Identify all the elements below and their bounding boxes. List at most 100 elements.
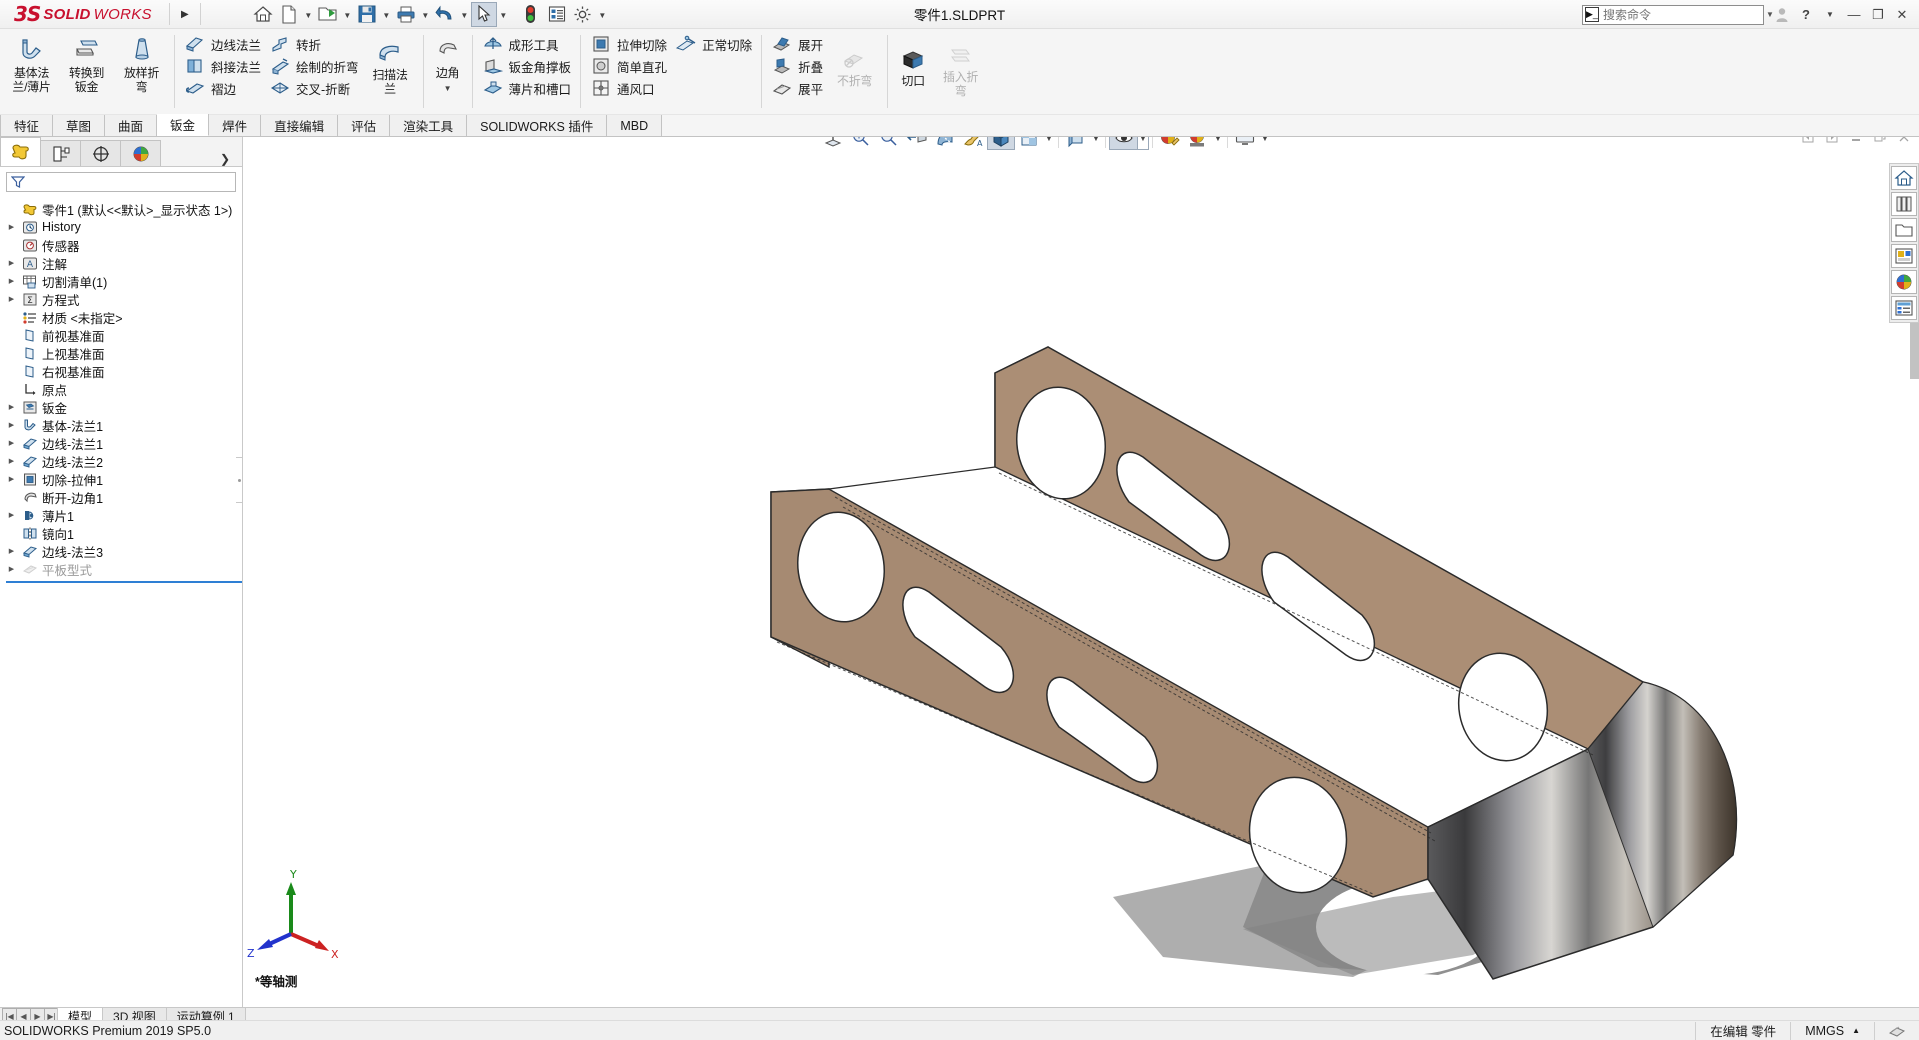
- simple-hole-button[interactable]: 简单直孔: [586, 55, 671, 77]
- previous-view-icon[interactable]: [903, 137, 931, 150]
- options-list-icon[interactable]: [544, 2, 570, 27]
- custom-properties-icon[interactable]: [1891, 296, 1917, 320]
- tree-item-edge-flange2[interactable]: ▶ 边线-法兰2: [6, 452, 242, 470]
- extruded-cut-button[interactable]: 拉伸切除: [586, 33, 671, 55]
- design-library-icon[interactable]: [1891, 192, 1917, 216]
- tree-item-origin[interactable]: 原点: [6, 380, 242, 398]
- tab-direct-editing[interactable]: 直接编辑: [261, 115, 339, 136]
- hide-show-eye-icon[interactable]: [1109, 137, 1137, 150]
- minimize-button[interactable]: —: [1843, 3, 1865, 27]
- convert-sheetmetal-button[interactable]: 转换到 钣金: [59, 29, 114, 114]
- normal-cut-button[interactable]: 正常切除: [671, 33, 756, 55]
- display-manager-tab[interactable]: [120, 140, 161, 166]
- apply-scene-dropdown[interactable]: ▼: [1212, 137, 1224, 150]
- jog-button[interactable]: 转折: [265, 33, 363, 55]
- unfold-button[interactable]: 展开: [767, 33, 827, 55]
- tab-evaluate[interactable]: 评估: [338, 115, 391, 136]
- tree-item-break-corner1[interactable]: 断开-边角1: [6, 488, 242, 506]
- apply-scene-icon[interactable]: [1184, 137, 1212, 150]
- swept-flange-button[interactable]: 扫描法 兰: [363, 31, 418, 114]
- sketched-bend-button[interactable]: 绘制的折弯: [265, 55, 363, 77]
- select-dropdown[interactable]: ▼: [497, 2, 510, 26]
- isometric-cube-icon[interactable]: [987, 137, 1015, 150]
- tree-expander[interactable]: ▶: [6, 547, 17, 555]
- tree-item-edge-flange3[interactable]: ▶ 边线-法兰3: [6, 542, 242, 560]
- tree-item-annotations[interactable]: ▶ A 注解: [6, 254, 242, 272]
- save-dropdown[interactable]: ▼: [380, 2, 393, 26]
- help-icon[interactable]: ?: [1795, 3, 1817, 27]
- section-view-icon[interactable]: [819, 137, 847, 150]
- tree-expander[interactable]: ▶: [6, 457, 17, 465]
- close-button[interactable]: ✕: [1891, 3, 1913, 27]
- tree-item-right-plane[interactable]: 右视基准面: [6, 362, 242, 380]
- tab-features[interactable]: 特征: [0, 115, 54, 136]
- tree-expander[interactable]: ▶: [6, 421, 17, 429]
- rip-button[interactable]: 切口: [893, 37, 933, 114]
- zoom-to-fit-icon[interactable]: [847, 137, 875, 150]
- tree-item-edge-flange1[interactable]: ▶ 边线-法兰1: [6, 434, 242, 452]
- view-palette-icon[interactable]: [1891, 244, 1917, 268]
- feature-manager-tab[interactable]: [0, 137, 41, 166]
- edge-flange-button[interactable]: 边线法兰: [180, 33, 265, 55]
- filter-input[interactable]: [25, 175, 235, 189]
- undo-icon[interactable]: [432, 2, 458, 27]
- tree-item-base-flange1[interactable]: ▶ 基体-法兰1: [6, 416, 242, 434]
- section-cut-icon[interactable]: [931, 137, 959, 150]
- tree-expander[interactable]: ▶: [6, 475, 17, 483]
- tab-solidworks-addins[interactable]: SOLIDWORKS 插件: [467, 115, 608, 136]
- tree-item-history[interactable]: ▶ History: [6, 218, 242, 236]
- property-manager-tab[interactable]: [40, 140, 81, 166]
- hem-button[interactable]: 褶边: [180, 77, 265, 99]
- configuration-manager-tab[interactable]: [80, 140, 121, 166]
- user-icon[interactable]: [1771, 3, 1793, 27]
- new-document-icon[interactable]: [276, 2, 302, 27]
- appearances-scenes-icon[interactable]: [1891, 270, 1917, 294]
- select-cursor-icon[interactable]: [470, 1, 497, 27]
- panel-resize-handle[interactable]: [236, 457, 243, 503]
- expand-panel-arrow[interactable]: ❯: [220, 152, 242, 166]
- minimize-doc-icon[interactable]: [1849, 137, 1863, 144]
- restore-button[interactable]: ❐: [1867, 3, 1889, 27]
- open-folder-icon[interactable]: [315, 2, 341, 27]
- restore-left-icon[interactable]: [1801, 137, 1815, 144]
- corner-button[interactable]: 边角 ▼: [429, 29, 467, 114]
- forming-tool-button[interactable]: 成形工具: [478, 33, 576, 55]
- view-settings-icon[interactable]: [1231, 137, 1259, 150]
- edit-appearance-icon[interactable]: [1156, 137, 1184, 150]
- search-input[interactable]: [1602, 7, 1758, 22]
- tab-sketch[interactable]: 草图: [53, 115, 106, 136]
- corner-dropdown-arrow[interactable]: ▼: [444, 80, 452, 96]
- tab-weldments[interactable]: 焊件: [209, 115, 262, 136]
- edit-appearance-brush-icon[interactable]: A: [959, 137, 987, 150]
- home-task-icon[interactable]: [1891, 166, 1917, 190]
- tab-sheetmetal[interactable]: 钣金: [157, 114, 210, 136]
- tree-item-cut-extrude1[interactable]: ▶ 切除-拉伸1: [6, 470, 242, 488]
- tree-expander[interactable]: ▶: [6, 565, 17, 573]
- restore-doc-icon[interactable]: [1873, 137, 1887, 144]
- restore-right-icon[interactable]: [1825, 137, 1839, 144]
- vent-button[interactable]: 通风口: [586, 77, 671, 99]
- tree-expander[interactable]: ▶: [6, 223, 17, 231]
- view-settings-dropdown[interactable]: ▼: [1259, 137, 1271, 150]
- save-icon[interactable]: [354, 2, 380, 27]
- tree-rollback-bar[interactable]: [6, 581, 242, 583]
- status-units[interactable]: MMGS ▲: [1790, 1021, 1874, 1040]
- flatten-button[interactable]: 展平: [767, 77, 827, 99]
- display-style-dropdown[interactable]: ▼: [1090, 137, 1102, 150]
- tree-item-flat-pattern[interactable]: ▶ 平板型式: [6, 560, 242, 578]
- tree-expander[interactable]: ▶: [6, 295, 17, 303]
- tree-item-cutlist[interactable]: ▶ 切割清单(1): [6, 272, 242, 290]
- open-dropdown[interactable]: ▼: [341, 2, 354, 26]
- tree-item-material[interactable]: 材质 <未指定>: [6, 308, 242, 326]
- help-dropdown[interactable]: ▼: [1819, 3, 1841, 27]
- tree-item-tab1[interactable]: ▶ 薄片1: [6, 506, 242, 524]
- close-doc-icon[interactable]: [1897, 137, 1911, 144]
- tab-mbd[interactable]: MBD: [607, 115, 663, 136]
- zoom-to-area-icon[interactable]: [875, 137, 903, 150]
- view-orientation-dropdown[interactable]: ▼: [1043, 137, 1055, 150]
- print-icon[interactable]: [393, 2, 419, 27]
- home-icon[interactable]: [250, 2, 276, 27]
- tree-expander[interactable]: ▶: [6, 403, 17, 411]
- graphics-viewport[interactable]: A ▼ ▼ ▼ ▼ ▼ Y X Z *等轴测: [243, 137, 1919, 1012]
- tree-item-equations[interactable]: ▶ Σ 方程式: [6, 290, 242, 308]
